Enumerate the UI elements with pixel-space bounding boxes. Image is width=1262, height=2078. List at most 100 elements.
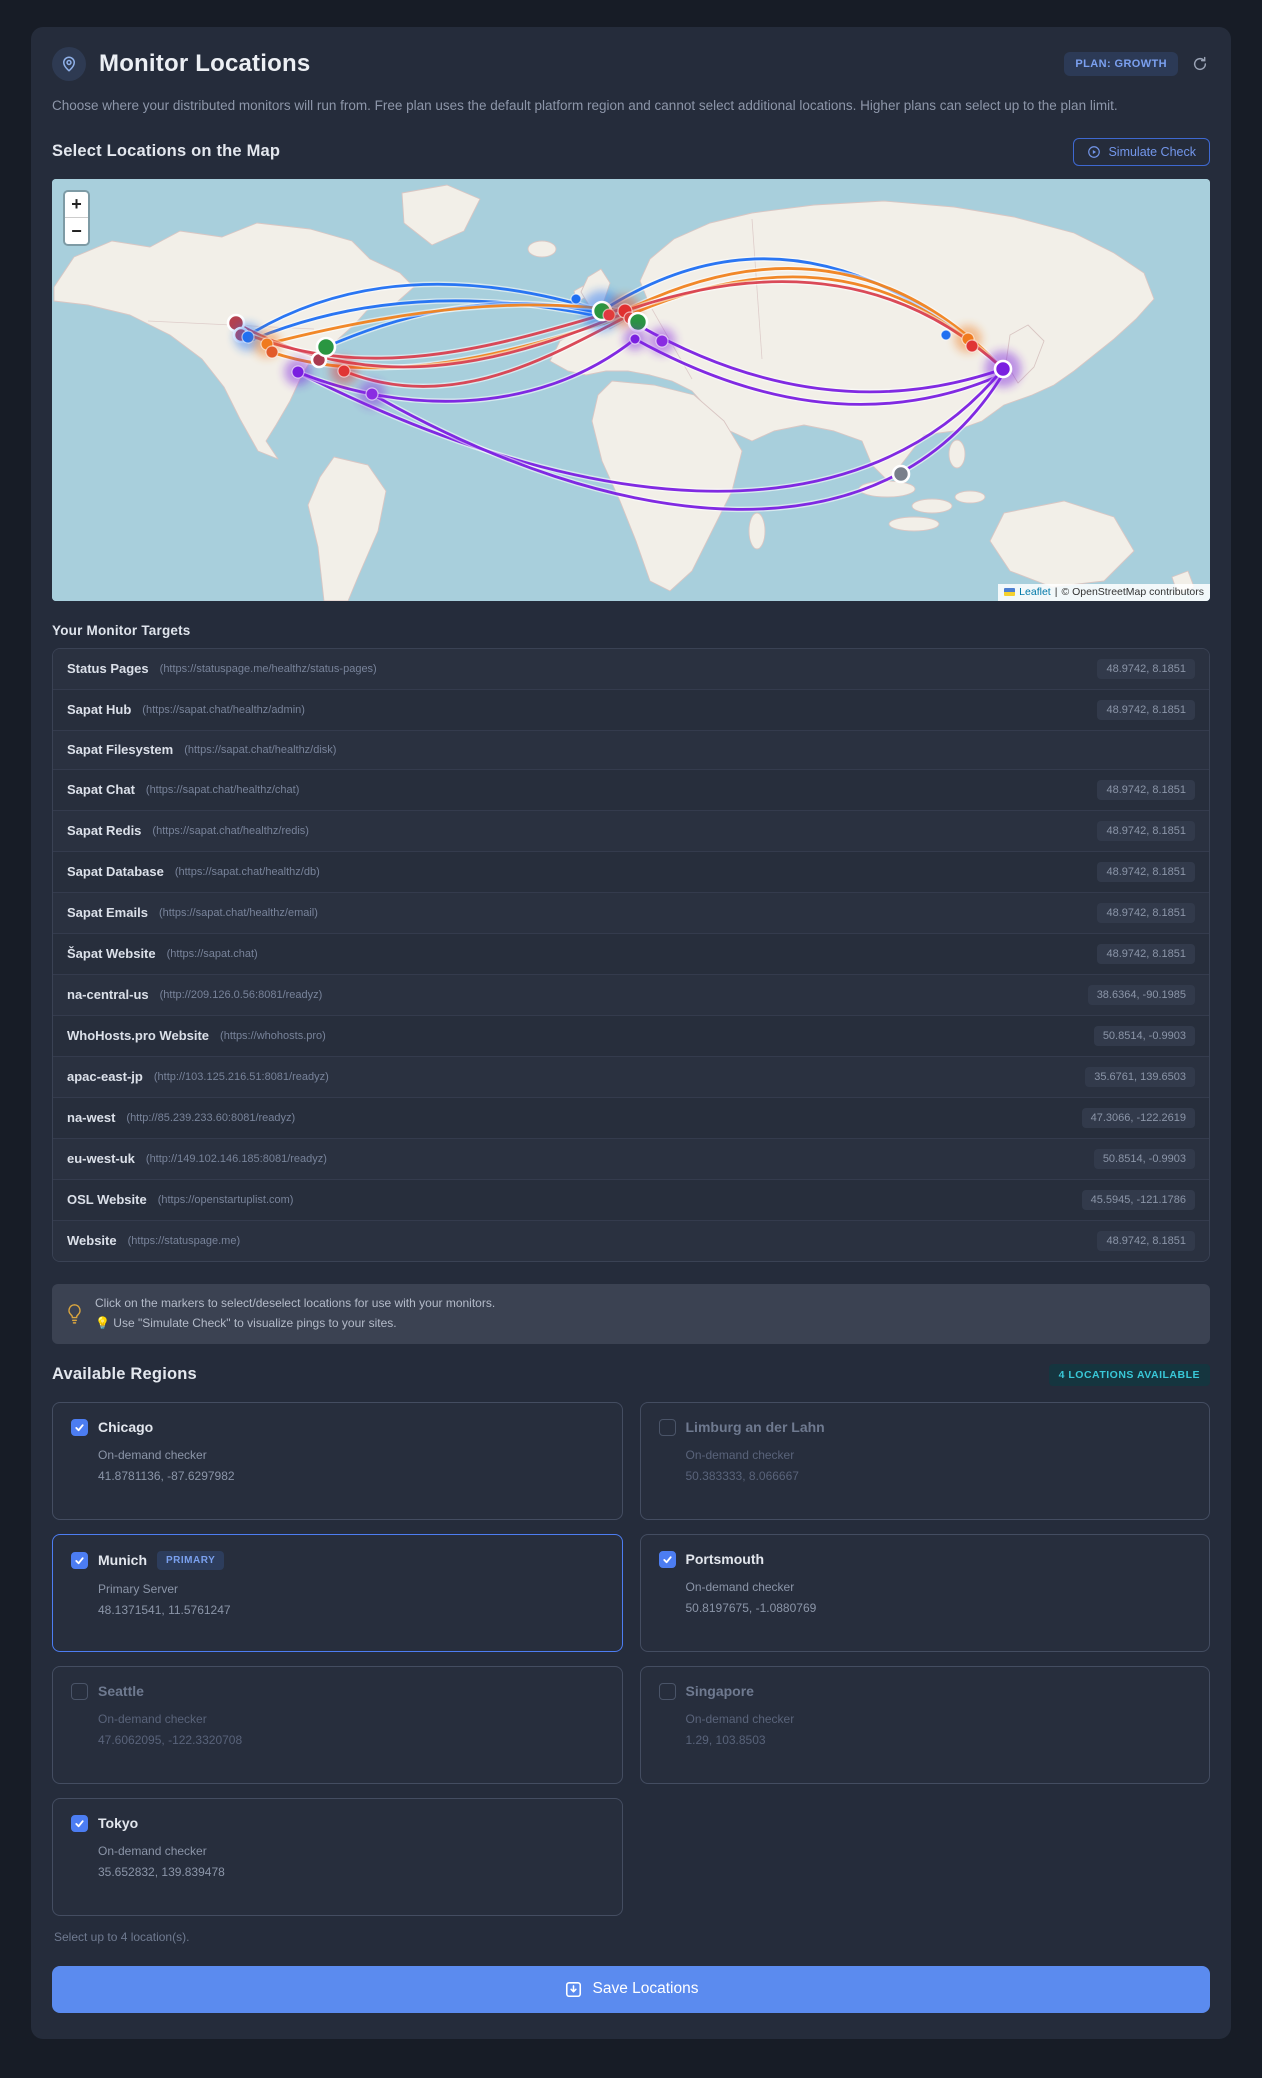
target-url: (http://209.126.0.56:8081/readyz): [159, 988, 323, 1001]
leaflet-link[interactable]: Leaflet: [1019, 586, 1051, 598]
region-coords: 1.29, 103.8503: [685, 1732, 766, 1747]
region-checkbox[interactable]: [71, 1418, 88, 1436]
table-row: Website (https://statuspage.me) 48.9742,…: [53, 1219, 1209, 1261]
tip-line2: 💡 Use "Simulate Check" to visualize ping…: [95, 1315, 397, 1330]
region-card[interactable]: Tokyo PRIMARY On-demand checker 35.65283…: [52, 1797, 623, 1916]
check-icon: [75, 1819, 84, 1827]
region-checkbox[interactable]: [658, 1418, 676, 1436]
region-name: Singapore: [685, 1683, 754, 1700]
simulate-check-button[interactable]: Simulate Check: [1073, 137, 1210, 166]
target-name: Šapat Website: [67, 946, 156, 962]
target-url: (http://103.125.216.51:8081/readyz): [153, 1070, 329, 1083]
target-name: Sapat Emails: [67, 905, 148, 921]
map-marker[interactable]: [570, 293, 582, 305]
world-map[interactable]: [52, 178, 1210, 601]
map-marker[interactable]: [629, 333, 641, 345]
page-title: Monitor Locations: [99, 50, 311, 77]
map-attribution: Leaflet | © OpenStreetMap contributors: [998, 583, 1210, 601]
target-name: na-central-us: [67, 987, 149, 1003]
target-coords-badge: 48.9742, 8.1851: [1097, 1230, 1195, 1251]
region-type: On-demand checker: [98, 1843, 207, 1858]
target-coords-badge: 38.6364, -90.1985: [1087, 984, 1195, 1005]
map-marker[interactable]: [655, 334, 669, 348]
region-card[interactable]: Munich PRIMARY Primary Server 48.1371541…: [52, 1533, 623, 1652]
save-icon: [565, 1981, 581, 1997]
region-checkbox[interactable]: [71, 1682, 88, 1700]
map-section-title: Select Locations on the Map: [52, 142, 281, 161]
region-card[interactable]: Singapore PRIMARY On-demand checker 1.29…: [639, 1665, 1210, 1784]
check-icon: [75, 1556, 84, 1564]
target-name: apac-east-jp: [67, 1069, 143, 1085]
target-coords-badge: 35.6761, 139.6503: [1085, 1066, 1195, 1087]
table-row: Sapat Chat (https://sapat.chat/healthz/c…: [53, 768, 1209, 810]
region-card[interactable]: Seattle PRIMARY On-demand checker 47.606…: [52, 1665, 623, 1784]
target-url: (https://sapat.chat/healthz/chat): [145, 783, 300, 796]
map-marker[interactable]: [315, 336, 337, 358]
map-marker[interactable]: [265, 345, 279, 359]
attribution-separator: |: [1054, 585, 1058, 598]
region-card[interactable]: Portsmouth PRIMARY On-demand checker 50.…: [639, 1533, 1210, 1652]
region-checkbox[interactable]: [71, 1551, 88, 1569]
target-url: (http://149.102.146.185:8081/readyz): [145, 1152, 327, 1165]
table-row: Sapat Redis (https://sapat.chat/healthz/…: [53, 809, 1209, 851]
region-card[interactable]: Limburg an der Lahn PRIMARY On-demand ch…: [639, 1401, 1210, 1520]
page-description: Choose where your distributed monitors w…: [52, 98, 1118, 113]
target-url: (https://sapat.chat/healthz/disk): [184, 743, 337, 756]
region-checkbox[interactable]: [71, 1814, 88, 1832]
map-marker[interactable]: [241, 330, 255, 344]
map-zoom-control: + −: [63, 189, 90, 246]
target-name: OSL Website: [67, 1192, 147, 1208]
zoom-out-button[interactable]: −: [65, 217, 88, 244]
target-coords-badge: 48.9742, 8.1851: [1097, 861, 1195, 882]
map-marker[interactable]: [891, 464, 911, 484]
target-url: (https://sapat.chat/healthz/redis): [152, 824, 309, 837]
target-coords-badge: 48.9742, 8.1851: [1097, 820, 1195, 841]
region-checkbox[interactable]: [658, 1550, 676, 1568]
map-marker[interactable]: [291, 365, 305, 379]
world-map-container[interactable]: + − Leaflet | © OpenStreetMap contributo…: [52, 178, 1210, 601]
region-type: On-demand checker: [98, 1711, 207, 1726]
target-coords-badge: 48.9742, 8.1851: [1097, 779, 1195, 800]
region-card[interactable]: Chicago PRIMARY On-demand checker 41.878…: [52, 1401, 623, 1520]
region-type: On-demand checker: [98, 1447, 207, 1462]
table-row: na-central-us (http://209.126.0.56:8081/…: [53, 973, 1209, 1015]
region-type: On-demand checker: [685, 1711, 795, 1726]
save-locations-button[interactable]: Save Locations: [52, 1965, 1210, 2013]
map-marker[interactable]: [940, 329, 952, 341]
target-coords-badge: 48.9742, 8.1851: [1097, 699, 1195, 720]
target-url: (https://whohosts.pro): [220, 1029, 326, 1042]
region-coords: 48.1371541, 11.5761247: [98, 1602, 231, 1617]
region-checkbox[interactable]: [658, 1682, 676, 1700]
map-pin-icon: [52, 47, 86, 81]
target-name: eu-west-uk: [67, 1151, 135, 1167]
region-coords: 50.383333, 8.066667: [685, 1468, 799, 1483]
region-name: Portsmouth: [685, 1551, 765, 1568]
map-marker[interactable]: [337, 364, 351, 378]
regions-heading: Available Regions: [52, 1365, 197, 1384]
table-row: na-west (http://85.239.233.60:8081/ready…: [53, 1096, 1209, 1138]
map-marker[interactable]: [365, 387, 379, 401]
targets-heading: Your Monitor Targets: [52, 622, 191, 638]
play-circle-icon: [1088, 146, 1101, 158]
refresh-icon[interactable]: [1190, 54, 1210, 74]
tip-line1: Click on the markers to select/deselect …: [95, 1295, 496, 1310]
target-coords-badge: 48.9742, 8.1851: [1097, 902, 1195, 923]
zoom-in-button[interactable]: +: [65, 191, 88, 218]
tip-box: Click on the markers to select/deselect …: [52, 1283, 1210, 1344]
target-coords-badge: 50.8514, -0.9903: [1093, 1025, 1195, 1046]
target-url: (https://sapat.chat/healthz/admin): [142, 703, 305, 716]
target-url: (https://statuspage.me/healthz/status-pa…: [159, 662, 377, 675]
monitor-locations-panel: Monitor Locations PLAN: GROWTH Choose wh…: [31, 27, 1231, 2039]
target-name: Status Pages: [67, 661, 149, 677]
map-marker[interactable]: [965, 339, 979, 353]
check-icon: [662, 1555, 672, 1563]
table-row: Sapat Hub (https://sapat.chat/healthz/ad…: [53, 688, 1209, 730]
target-coords-badge: 45.5945, -121.1786: [1081, 1189, 1195, 1210]
target-name: Website: [67, 1233, 117, 1249]
table-row: Šapat Website (https://sapat.chat) 48.97…: [53, 932, 1209, 974]
region-coords: 41.8781136, -87.6297982: [98, 1468, 235, 1483]
target-url: (https://statuspage.me): [127, 1234, 241, 1247]
region-name: Munich: [98, 1552, 147, 1569]
target-url: (https://sapat.chat): [166, 947, 258, 960]
map-marker[interactable]: [993, 359, 1013, 379]
